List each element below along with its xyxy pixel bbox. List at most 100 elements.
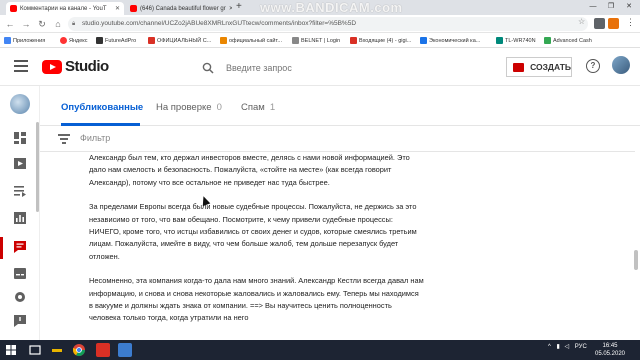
feedback-icon[interactable] [12, 314, 28, 328]
help-icon[interactable]: ? [586, 59, 600, 73]
gmail-icon [350, 37, 357, 44]
browser-tab-video[interactable]: (646) Canada beautiful flower gr ✕ [126, 2, 232, 15]
filter-bar[interactable]: Фильтр [40, 126, 635, 152]
chrome-icon[interactable] [72, 343, 86, 357]
router-icon [496, 37, 503, 44]
search-box[interactable] [194, 57, 484, 79]
language-indicator[interactable]: РУС [575, 344, 587, 350]
forward-arrow-icon[interactable]: → [20, 17, 32, 31]
volume-icon[interactable]: ◁ [564, 344, 569, 350]
videos-icon[interactable] [12, 157, 28, 171]
tab-count: 0 [216, 102, 222, 113]
create-button-label: СОЗДАТЬ [530, 62, 571, 72]
playlists-icon[interactable] [12, 184, 28, 198]
taskbar-clock[interactable]: 16:45 05.05.2020 [592, 342, 628, 358]
site-icon [220, 37, 227, 44]
browser-menu-icon[interactable]: ⋮ [626, 17, 635, 28]
comment-paragraph: За пределами Европы всегда были новые су… [89, 202, 417, 261]
back-arrow-icon[interactable]: ← [4, 17, 16, 31]
reload-icon[interactable]: ↻ [36, 17, 48, 31]
bookmark-item[interactable]: официальный сайт... [220, 35, 282, 46]
bookmark-item[interactable]: BELNET | Login [292, 35, 340, 46]
settings-gear-icon[interactable] [12, 290, 28, 304]
site-icon [96, 37, 103, 44]
filter-placeholder[interactable]: Фильтр [80, 133, 110, 143]
bookmark-item[interactable]: Advanced Cash [544, 35, 592, 46]
extension-icon[interactable] [608, 18, 619, 29]
youtube-logo-icon [42, 59, 62, 74]
bookmark-item[interactable]: Яндекс [60, 35, 88, 46]
system-tray[interactable]: ^ ▮ ◁ РУС [548, 343, 587, 350]
dashboard-icon[interactable] [12, 131, 28, 145]
lock-icon: 🔒︎ [72, 21, 76, 27]
channel-avatar[interactable] [10, 94, 30, 114]
browser-tab-strip: Комментарии на канале - YouT ✕ (646) Can… [0, 0, 640, 15]
task-view-icon[interactable] [28, 343, 42, 357]
youtube-favicon-icon [130, 5, 137, 12]
tab-published[interactable]: Опубликованные [61, 102, 143, 113]
comment-paragraph: Несомненно, эта компания когда-то дала н… [89, 276, 424, 323]
close-window-button[interactable]: ✕ [620, 0, 638, 13]
site-icon [292, 37, 299, 44]
bookmark-star-icon[interactable]: ☆ [578, 17, 585, 26]
browser-tab-title: (646) Canada beautiful flower gr [140, 5, 226, 12]
left-rail [0, 86, 40, 340]
analytics-icon[interactable] [12, 211, 28, 225]
network-icon[interactable]: ▮ [557, 344, 560, 350]
close-tab-icon[interactable]: ✕ [112, 5, 120, 12]
site-icon [148, 37, 155, 44]
url-field[interactable]: 🔒︎ studio.youtube.com/channel/UCZo2jABUe… [68, 17, 588, 31]
search-icon [202, 62, 214, 74]
clock-date: 05.05.2020 [594, 351, 626, 357]
page-scrollbar[interactable] [634, 250, 638, 270]
comments-tabs: Опубликованные На проверке 0 Спам 1 [40, 86, 640, 126]
windows-start-icon[interactable] [4, 343, 18, 357]
bookmark-item[interactable]: TL-WR740N [496, 35, 536, 46]
hamburger-menu-icon[interactable] [14, 60, 28, 72]
explorer-folder-icon[interactable]: ▬ [50, 343, 64, 357]
bookmark-item[interactable]: Экономический ка... [420, 35, 480, 46]
bookmark-item[interactable]: Входящие (4) - gigi... [350, 35, 411, 46]
yandex-icon [60, 37, 67, 44]
studio-logo-text: Studio [65, 58, 109, 75]
filter-icon[interactable] [58, 134, 70, 144]
bookmark-item[interactable]: FutureAdPro [96, 35, 136, 46]
comment-paragraph: Александр был тем, кто держал инвесторов… [89, 153, 410, 187]
extension-icon[interactable] [594, 18, 605, 29]
minimize-button[interactable]: — [584, 0, 602, 13]
taskbar: ▬ ^ ▮ ◁ РУС 16:45 05.05.2020 [0, 340, 640, 360]
account-avatar[interactable] [612, 56, 630, 74]
address-bar: ← → ↻ ⌂ 🔒︎ studio.youtube.com/channel/UC… [0, 15, 640, 33]
video-camera-icon [513, 62, 525, 72]
site-icon [420, 37, 427, 44]
close-tab-icon[interactable]: ✕ [226, 5, 232, 12]
tab-spam[interactable]: Спам 1 [241, 102, 275, 113]
home-icon[interactable]: ⌂ [52, 17, 64, 31]
bookmark-item[interactable]: ОФИЦИАЛЬНЫЙ С... [148, 35, 211, 46]
maximize-button[interactable]: ❐ [602, 0, 620, 13]
site-icon [544, 37, 551, 44]
bookmarks-bar: Приложения Яндекс FutureAdPro ОФИЦИАЛЬНЫ… [0, 33, 640, 48]
recording-watermark: www.BANDICAM.com [260, 0, 403, 15]
browser-tab-comments[interactable]: Комментарии на канале - YouT ✕ [6, 2, 124, 15]
subtitles-icon[interactable] [12, 267, 28, 281]
tab-count: 1 [269, 102, 276, 113]
tab-held-for-review[interactable]: На проверке 0 [156, 102, 222, 113]
studio-logo[interactable]: Studio [42, 58, 109, 75]
bookmark-apps[interactable]: Приложения [4, 35, 45, 46]
tray-chevron-icon[interactable]: ^ [548, 344, 551, 350]
recorder-app-icon[interactable] [96, 343, 110, 357]
rail-scrollbar[interactable] [36, 122, 39, 212]
app-icon[interactable] [118, 343, 132, 357]
active-nav-indicator [0, 237, 3, 259]
url-text: studio.youtube.com/channel/UCZo2jABUe8XM… [82, 20, 357, 27]
create-button[interactable]: СОЗДАТЬ [506, 57, 572, 77]
search-input[interactable] [226, 62, 466, 73]
studio-header: Studio СОЗДАТЬ ? [0, 48, 640, 86]
comment-text: Александр был тем, кто держал инвесторов… [89, 152, 424, 340]
comments-icon[interactable] [12, 240, 28, 254]
clock-time: 16:45 [602, 343, 618, 349]
youtube-favicon-icon [10, 5, 17, 12]
new-tab-button[interactable]: + [236, 1, 242, 12]
apps-grid-icon [4, 37, 11, 44]
